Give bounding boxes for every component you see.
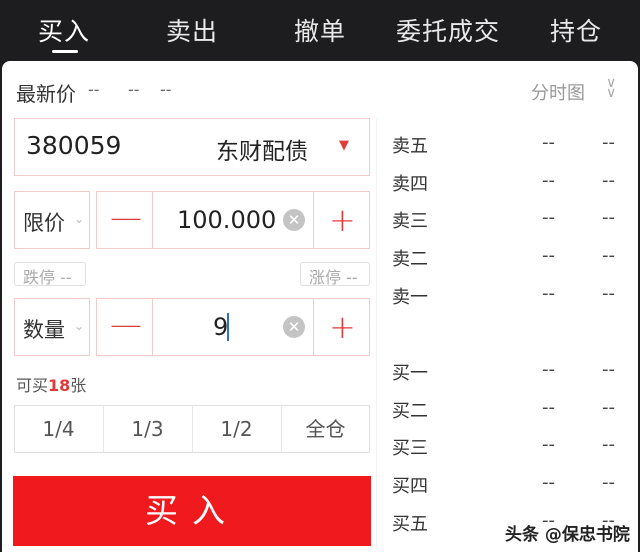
double-chevron-down-icon[interactable]: ∨ ∨ — [606, 76, 616, 100]
latest-price-value: -- — [88, 80, 100, 99]
limit-up-text: 涨停 -- — [309, 268, 358, 287]
ask-price: -- — [542, 245, 555, 266]
price-input[interactable]: 100.000 — [177, 206, 276, 234]
available-suffix: 张 — [70, 376, 87, 395]
available-quantity: 可买18张 — [16, 372, 86, 396]
plus-icon: + — [329, 308, 356, 346]
bid-price: -- — [542, 472, 555, 493]
minus-icon: — — [110, 198, 142, 236]
price-change-percent: -- — [160, 80, 172, 99]
bid-volume: -- — [602, 397, 615, 418]
bid-price: -- — [542, 397, 555, 418]
ask-volume: -- — [602, 132, 615, 153]
tab-positions[interactable]: 持仓 — [550, 12, 602, 48]
ask-row-5: 卖五 -- -- — [392, 132, 622, 158]
fraction-half-button[interactable]: 1/2 — [192, 405, 282, 453]
chevron-down-icon: ⌄ — [74, 212, 85, 226]
ask-price: -- — [542, 283, 555, 304]
bid-label: 买五 — [392, 514, 428, 535]
bid-row-1: 买一 -- -- — [392, 359, 622, 385]
bid-volume: -- — [602, 434, 615, 455]
ask-volume: -- — [602, 283, 615, 304]
intraday-chart-link[interactable]: 分时图 — [531, 79, 585, 105]
price-type-label: 限价 — [23, 211, 65, 235]
tab-orders-deals[interactable]: 委托成交 — [396, 12, 500, 48]
quantity-type-label: 数量 — [23, 318, 65, 342]
bid-row-3: 买三 -- -- — [392, 434, 622, 460]
buy-button[interactable]: 买入 — [13, 476, 371, 546]
fraction-third-button[interactable]: 1/3 — [103, 405, 193, 453]
ask-label: 卖三 — [392, 211, 428, 232]
quantity-input[interactable]: 9 — [213, 313, 228, 341]
clear-quantity-icon[interactable]: ✕ — [283, 316, 305, 338]
bid-row-2: 买二 -- -- — [392, 397, 622, 423]
dropdown-caret-icon: ▼ — [339, 138, 349, 153]
limit-down-text: 跌停 -- — [23, 268, 72, 287]
ask-price: -- — [542, 170, 555, 191]
minus-icon: — — [110, 305, 142, 343]
active-tab-indicator — [52, 50, 78, 53]
bid-label: 买三 — [392, 438, 428, 459]
price-change-value: -- — [128, 80, 140, 99]
latest-price-label: 最新价 — [16, 82, 76, 106]
watermark: 头条 @保忠书院 — [505, 525, 630, 545]
tab-sell[interactable]: 卖出 — [166, 12, 218, 48]
ask-row-3: 卖三 -- -- — [392, 207, 622, 233]
bid-price: -- — [542, 359, 555, 380]
bid-label: 买四 — [392, 476, 428, 497]
ask-label: 卖五 — [392, 136, 428, 157]
fraction-quarter-button[interactable]: 1/4 — [14, 405, 104, 453]
ask-volume: -- — [602, 207, 615, 228]
text-cursor — [227, 313, 229, 341]
bid-row-4: 买四 -- -- — [392, 472, 622, 498]
bid-volume: -- — [602, 472, 615, 493]
chevron-down-icon: ⌄ — [74, 319, 85, 333]
clear-price-icon[interactable]: ✕ — [283, 209, 305, 231]
plus-icon: + — [329, 201, 356, 239]
ask-row-2: 卖二 -- -- — [392, 245, 622, 271]
ask-row-4: 卖四 -- -- — [392, 170, 622, 196]
tab-cancel[interactable]: 撤单 — [294, 12, 346, 48]
ask-price: -- — [542, 207, 555, 228]
tab-buy[interactable]: 买入 — [38, 12, 90, 48]
bid-volume: -- — [602, 359, 615, 380]
ask-price: -- — [542, 132, 555, 153]
fraction-full-button[interactable]: 全仓 — [281, 405, 370, 453]
ask-label: 卖二 — [392, 249, 428, 270]
ask-label: 卖四 — [392, 174, 428, 195]
stock-name: 东财配债 — [216, 139, 308, 165]
top-tab-bar: 买入 卖出 撤单 委托成交 持仓 — [0, 0, 640, 60]
ask-label: 卖一 — [392, 287, 428, 308]
bid-label: 买一 — [392, 363, 428, 384]
available-prefix: 可买 — [16, 376, 49, 395]
stock-code: 380059 — [26, 131, 122, 160]
ask-volume: -- — [602, 170, 615, 191]
bid-label: 买二 — [392, 401, 428, 422]
divider — [376, 118, 377, 548]
ask-row-1: 卖一 -- -- — [392, 283, 622, 309]
ask-volume: -- — [602, 245, 615, 266]
available-number: 18 — [48, 376, 71, 395]
bid-price: -- — [542, 434, 555, 455]
